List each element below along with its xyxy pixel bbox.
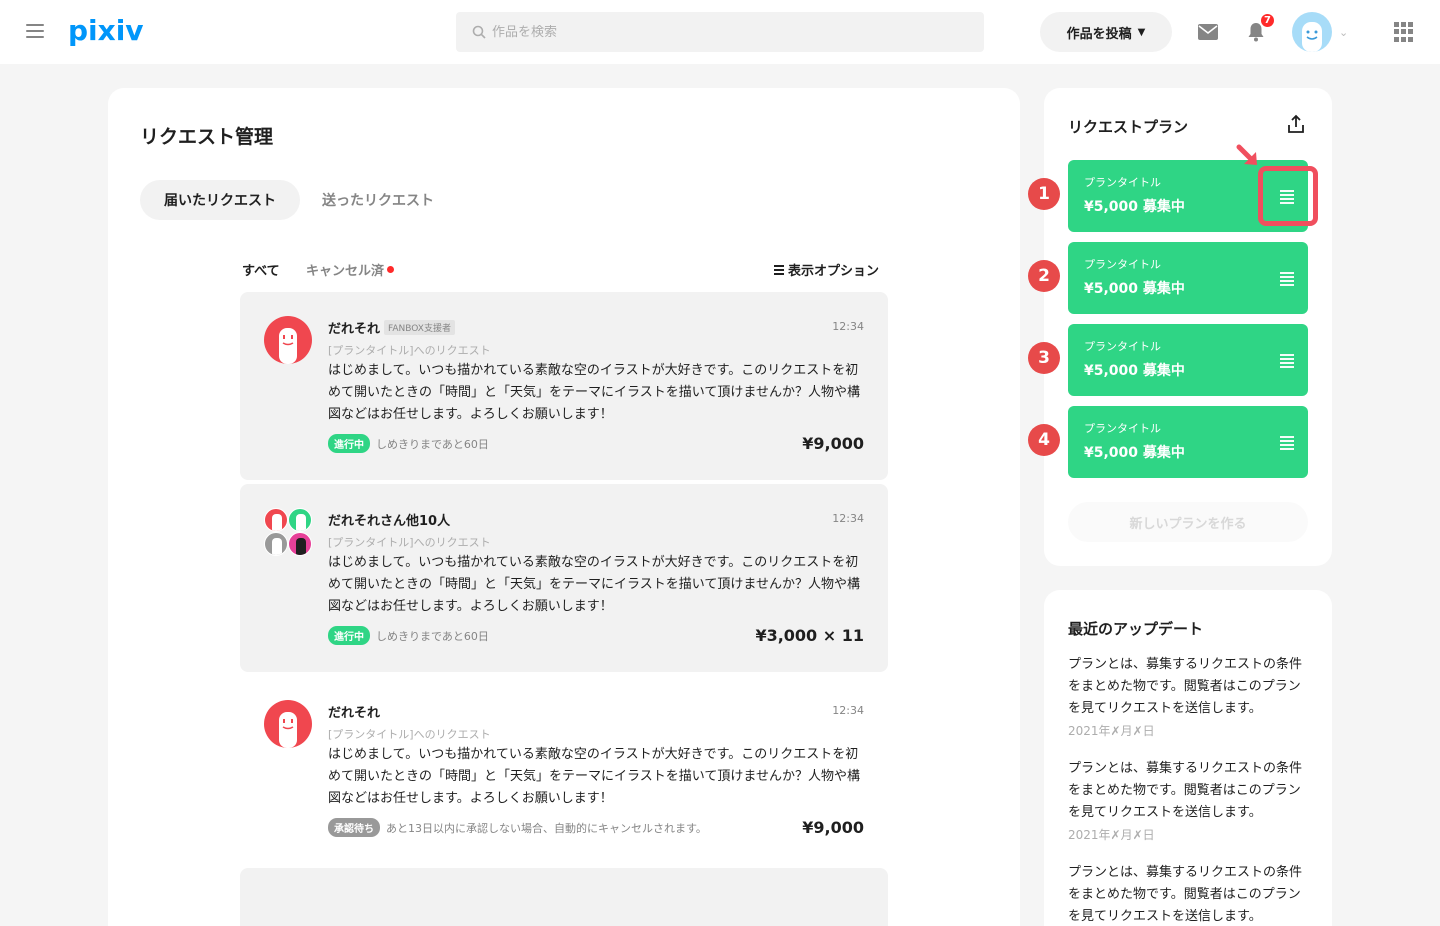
share-icon[interactable] [1286, 114, 1306, 134]
request-card[interactable]: だれそれ 12:34 [プランタイトル]へのリクエスト はじめまして。いつも描か… [240, 676, 888, 864]
hamburger-menu-icon[interactable] [26, 24, 44, 40]
search-input[interactable] [492, 24, 942, 40]
plans-title: リクエストプラン [1068, 118, 1189, 136]
update-text: プランとは、募集するリクエストの条件をまとめた物です。閲覧者はこのプランを見てリ… [1068, 865, 1303, 924]
request-price: ¥9,000 [802, 434, 864, 453]
plan-menu-icon[interactable] [1280, 272, 1294, 286]
status-badge: 進行中 [328, 626, 370, 645]
plan-title: プランタイトル [1084, 176, 1161, 189]
update-item[interactable]: プランとは、募集するリクエストの条件をまとめた物です。閲覧者はこのプランを見てリ… [1068, 758, 1312, 843]
unread-dot [387, 266, 395, 273]
status-note: しめきりまであと60日 [376, 437, 489, 451]
request-time: 12:34 [832, 704, 864, 717]
request-time: 12:34 [832, 320, 864, 333]
request-time: 12:34 [832, 512, 864, 525]
update-text: プランとは、募集するリクエストの条件をまとめた物です。閲覧者はこのプランを見てリ… [1068, 761, 1303, 820]
filter-cancelled-label: キャンセル済 [306, 264, 385, 279]
group-avatar-4 [288, 532, 312, 556]
request-status: 進行中 しめきりまであと60日 [328, 626, 489, 645]
page-title: リクエスト管理 [140, 126, 274, 148]
filter-all[interactable]: すべて [242, 260, 280, 279]
annotation-number: 4 [1028, 424, 1060, 456]
header: pixiv 作品を投稿 ▼ 7 ⌄ [0, 0, 1440, 64]
display-options-button[interactable]: 表示オプション [774, 260, 879, 279]
tab-sent-requests[interactable]: 送ったリクエスト [308, 180, 448, 220]
status-badge: 承認待ち [328, 818, 380, 837]
mail-icon[interactable] [1198, 24, 1218, 40]
plan-card[interactable]: 2 プランタイトル ¥5,000 募集中 [1028, 242, 1308, 314]
annotation-arrow-icon [1236, 144, 1257, 165]
update-date: 2021年✗月✗日 [1068, 828, 1155, 842]
requester-avatar[interactable] [264, 316, 312, 364]
avatar-chevron-down-icon[interactable]: ⌄ [1339, 26, 1348, 39]
request-card[interactable]: だれそれ FANBOX支援者 12:34 [プランタイトル]へのリクエスト はじめ… [240, 292, 888, 480]
plan-price: ¥5,000 募集中 [1084, 363, 1185, 379]
request-price: ¥3,000 × 11 [755, 626, 864, 645]
tab-received-requests[interactable]: 届いたリクエスト [140, 180, 300, 220]
post-work-button[interactable]: 作品を投稿 ▼ [1040, 12, 1172, 52]
plan-menu-icon[interactable] [1280, 436, 1294, 450]
request-plans-panel: リクエストプラン 1 プランタイトル ¥5,000 募集中 2 プランタイトル … [1028, 88, 1332, 566]
plan-menu-icon[interactable] [1280, 354, 1294, 368]
plan-title: プランタイトル [1084, 258, 1161, 271]
request-body: はじめまして。いつも描かれている素敵な空のイラストが大好きです。このリクエストを… [328, 363, 860, 422]
apps-grid-icon[interactable] [1394, 22, 1414, 42]
request-plan-subtitle: [プランタイトル]へのリクエスト [328, 344, 491, 357]
plan-card[interactable]: 3 プランタイトル ¥5,000 募集中 [1028, 324, 1308, 396]
request-status: 進行中 しめきりまであと60日 [328, 434, 489, 453]
requester-name[interactable]: だれそれ [328, 702, 380, 721]
update-item[interactable]: プランとは、募集するリクエストの条件をまとめた物です。閲覧者はこのプランを見てリ… [1068, 654, 1312, 739]
annotation-number: 2 [1028, 260, 1060, 292]
new-plan-button[interactable]: 新しいプランを作る [1068, 502, 1308, 542]
plan-price: ¥5,000 募集中 [1084, 199, 1185, 215]
request-plan-subtitle: [プランタイトル]へのリクエスト [328, 728, 491, 741]
group-avatars[interactable] [264, 508, 312, 556]
avatar-face-icon [1302, 22, 1322, 52]
update-item[interactable]: プランとは、募集するリクエストの条件をまとめた物です。閲覧者はこのプランを見てリ… [1068, 862, 1312, 926]
plan-price: ¥5,000 募集中 [1084, 445, 1185, 461]
requester-name[interactable]: だれそれさん他10人 [328, 510, 450, 529]
annotation-number: 1 [1028, 178, 1060, 210]
request-body: はじめまして。いつも描かれている素敵な空のイラストが大好きです。このリクエストを… [328, 555, 860, 614]
request-plan-subtitle: [プランタイトル]へのリクエスト [328, 536, 491, 549]
updates-title: 最近のアップデート [1068, 620, 1204, 638]
search-icon [472, 25, 486, 39]
annotation-highlight-box [1258, 166, 1318, 226]
plan-title: プランタイトル [1084, 422, 1161, 435]
chevron-down-icon: ▼ [1137, 26, 1146, 38]
update-date: 2021年✗月✗日 [1068, 724, 1155, 738]
list-icon [774, 264, 784, 275]
group-avatar-2 [288, 508, 312, 532]
group-avatar-1 [264, 508, 288, 532]
requester-name-text: だれそれ [328, 322, 381, 337]
pixiv-logo[interactable]: pixiv [68, 14, 144, 47]
requester-avatar[interactable] [264, 700, 312, 748]
request-status: 承認待ち あと13日以内に承認しない場合、自動的にキャンセルされます。 [328, 818, 707, 837]
filter-cancelled[interactable]: キャンセル済 [306, 260, 395, 279]
plan-price: ¥5,000 募集中 [1084, 281, 1185, 297]
search-bar[interactable] [456, 12, 984, 52]
request-card[interactable]: だれそれさん他10人 12:34 [プランタイトル]へのリクエスト はじめまして… [240, 484, 888, 672]
annotation-number: 3 [1028, 342, 1060, 374]
status-note: しめきりまであと60日 [376, 629, 489, 643]
display-options-label: 表示オプション [788, 264, 880, 279]
requester-name[interactable]: だれそれ FANBOX支援者 [328, 318, 455, 337]
status-note: あと13日以内に承認しない場合、自動的にキャンセルされます。 [386, 821, 707, 835]
group-avatar-3 [264, 532, 288, 556]
fanbox-supporter-badge: FANBOX支援者 [384, 320, 455, 335]
post-work-label: 作品を投稿 [1066, 26, 1132, 42]
plan-card[interactable]: 4 プランタイトル ¥5,000 募集中 [1028, 406, 1308, 478]
plan-title: プランタイトル [1084, 340, 1161, 353]
status-badge: 進行中 [328, 434, 370, 453]
request-card-placeholder [240, 868, 888, 926]
recent-updates-panel: 最近のアップデート プランとは、募集するリクエストの条件をまとめた物です。閲覧者… [1044, 590, 1332, 926]
update-text: プランとは、募集するリクエストの条件をまとめた物です。閲覧者はこのプランを見てリ… [1068, 657, 1303, 716]
user-avatar[interactable] [1292, 12, 1332, 52]
notification-badge: 7 [1259, 12, 1276, 29]
request-body: はじめまして。いつも描かれている素敵な空のイラストが大好きです。このリクエストを… [328, 747, 860, 806]
request-management-panel: リクエスト管理 届いたリクエスト 送ったリクエスト すべて キャンセル済 表示オ… [108, 88, 1020, 926]
request-price: ¥9,000 [802, 818, 864, 837]
